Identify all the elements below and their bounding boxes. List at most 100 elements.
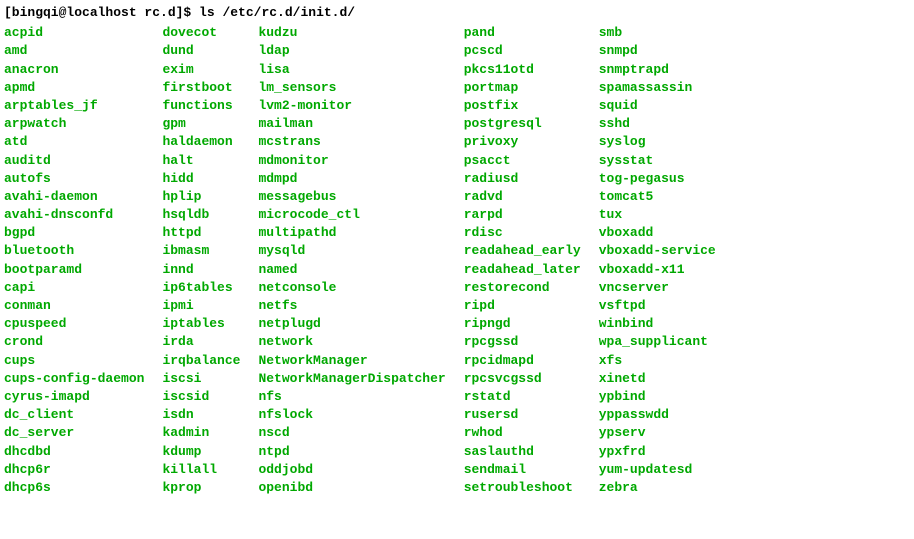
file-entry: conman bbox=[4, 297, 144, 315]
file-entry: lm_sensors bbox=[258, 79, 445, 97]
file-entry: halt bbox=[162, 152, 240, 170]
file-entry: xfs bbox=[599, 352, 716, 370]
prompt-command: ls /etc/rc.d/init.d/ bbox=[199, 5, 355, 20]
file-entry: ntpd bbox=[258, 443, 445, 461]
file-entry: crond bbox=[4, 333, 144, 351]
file-entry: kadmin bbox=[162, 424, 240, 442]
file-entry: nscd bbox=[258, 424, 445, 442]
file-entry: dund bbox=[162, 42, 240, 60]
file-entry: radvd bbox=[464, 188, 581, 206]
file-entry: lisa bbox=[258, 61, 445, 79]
file-entry: ypserv bbox=[599, 424, 716, 442]
file-entry: rpcsvcgssd bbox=[464, 370, 581, 388]
file-entry: amd bbox=[4, 42, 144, 60]
file-entry: dc_server bbox=[4, 424, 144, 442]
file-entry: ypbind bbox=[599, 388, 716, 406]
file-entry: iptables bbox=[162, 315, 240, 333]
file-entry: mdmpd bbox=[258, 170, 445, 188]
file-entry: ypxfrd bbox=[599, 443, 716, 461]
file-entry: smb bbox=[599, 24, 716, 42]
file-entry: messagebus bbox=[258, 188, 445, 206]
file-entry: mysqld bbox=[258, 242, 445, 260]
prompt-line: [bingqi@localhost rc.d]$ ls /etc/rc.d/in… bbox=[4, 4, 910, 22]
file-entry: tomcat5 bbox=[599, 188, 716, 206]
file-entry: cpuspeed bbox=[4, 315, 144, 333]
file-entry: functions bbox=[162, 97, 240, 115]
file-entry: avahi-daemon bbox=[4, 188, 144, 206]
file-entry: isdn bbox=[162, 406, 240, 424]
file-entry: kprop bbox=[162, 479, 240, 497]
file-entry: bootparamd bbox=[4, 261, 144, 279]
file-listing: acpidamdanacronapmdarptables_jfarpwatch a… bbox=[4, 24, 910, 497]
file-entry: lvm2-monitor bbox=[258, 97, 445, 115]
file-entry: apmd bbox=[4, 79, 144, 97]
file-entry: psacct bbox=[464, 152, 581, 170]
file-entry: mcstrans bbox=[258, 133, 445, 151]
file-entry: vboxadd-x11 bbox=[599, 261, 716, 279]
file-entry: hidd bbox=[162, 170, 240, 188]
file-entry: pkcs11otd bbox=[464, 61, 581, 79]
file-entry: auditd bbox=[4, 152, 144, 170]
file-entry: nfs bbox=[258, 388, 445, 406]
listing-col-0: acpidamdanacronapmdarptables_jfarpwatch a… bbox=[4, 24, 162, 497]
file-entry: bluetooth bbox=[4, 242, 144, 260]
file-entry: saslauthd bbox=[464, 443, 581, 461]
file-entry: named bbox=[258, 261, 445, 279]
file-entry: postgresql bbox=[464, 115, 581, 133]
file-entry: kudzu bbox=[258, 24, 445, 42]
file-entry: dhcp6s bbox=[4, 479, 144, 497]
file-entry: hplip bbox=[162, 188, 240, 206]
file-entry: cups-config-daemon bbox=[4, 370, 144, 388]
file-entry: acpid bbox=[4, 24, 144, 42]
file-entry: sshd bbox=[599, 115, 716, 133]
file-entry: innd bbox=[162, 261, 240, 279]
file-entry: gpm bbox=[162, 115, 240, 133]
file-entry: bgpd bbox=[4, 224, 144, 242]
listing-col-4: smbsnmpdsnmptrapdspamassassinsquidsshdsy… bbox=[599, 24, 716, 497]
file-entry: netconsole bbox=[258, 279, 445, 297]
file-entry: hsqldb bbox=[162, 206, 240, 224]
file-entry: exim bbox=[162, 61, 240, 79]
file-entry: iscsi bbox=[162, 370, 240, 388]
file-entry: vboxadd bbox=[599, 224, 716, 242]
file-entry: capi bbox=[4, 279, 144, 297]
file-entry: rdisc bbox=[464, 224, 581, 242]
file-entry: ip6tables bbox=[162, 279, 240, 297]
file-entry: iscsid bbox=[162, 388, 240, 406]
file-entry: setroubleshoot bbox=[464, 479, 581, 497]
file-entry: irqbalance bbox=[162, 352, 240, 370]
file-entry: rwhod bbox=[464, 424, 581, 442]
file-entry: winbind bbox=[599, 315, 716, 333]
file-entry: dhcdbd bbox=[4, 443, 144, 461]
file-entry: anacron bbox=[4, 61, 144, 79]
file-entry: syslog bbox=[599, 133, 716, 151]
file-entry: ibmasm bbox=[162, 242, 240, 260]
file-entry: ipmi bbox=[162, 297, 240, 315]
file-entry: cups bbox=[4, 352, 144, 370]
file-entry: NetworkManager bbox=[258, 352, 445, 370]
file-entry: yppasswdd bbox=[599, 406, 716, 424]
file-entry: network bbox=[258, 333, 445, 351]
file-entry: yum-updatesd bbox=[599, 461, 716, 479]
file-entry: vncserver bbox=[599, 279, 716, 297]
file-entry: ldap bbox=[258, 42, 445, 60]
file-entry: postfix bbox=[464, 97, 581, 115]
file-entry: cyrus-imapd bbox=[4, 388, 144, 406]
file-entry: mailman bbox=[258, 115, 445, 133]
file-entry: rarpd bbox=[464, 206, 581, 224]
file-entry: dhcp6r bbox=[4, 461, 144, 479]
file-entry: portmap bbox=[464, 79, 581, 97]
file-entry: readahead_later bbox=[464, 261, 581, 279]
file-entry: arpwatch bbox=[4, 115, 144, 133]
file-entry: mdmonitor bbox=[258, 152, 445, 170]
listing-col-1: dovecotdundeximfirstbootfunctionsgpmhald… bbox=[162, 24, 258, 497]
file-entry: rusersd bbox=[464, 406, 581, 424]
file-entry: microcode_ctl bbox=[258, 206, 445, 224]
file-entry: dc_client bbox=[4, 406, 144, 424]
file-entry: rstatd bbox=[464, 388, 581, 406]
file-entry: sendmail bbox=[464, 461, 581, 479]
file-entry: NetworkManagerDispatcher bbox=[258, 370, 445, 388]
prompt-userhost: [bingqi@localhost rc.d]$ bbox=[4, 5, 199, 20]
file-entry: haldaemon bbox=[162, 133, 240, 151]
file-entry: arptables_jf bbox=[4, 97, 144, 115]
